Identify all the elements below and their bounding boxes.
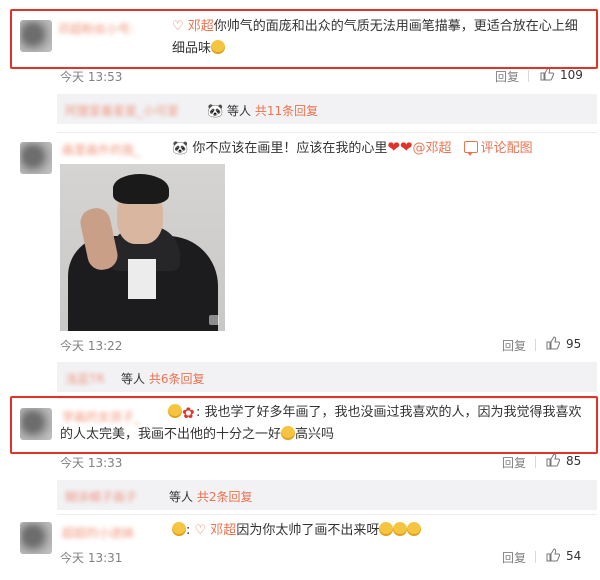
- thumbs-up-icon[interactable]: [546, 548, 560, 562]
- mention-link[interactable]: @邓超: [412, 141, 451, 156]
- highlight-box: [10, 396, 598, 454]
- reply-button[interactable]: 回复: [502, 454, 526, 471]
- divider: [535, 456, 536, 468]
- heart-emoji-icon: ❤❤: [387, 138, 413, 156]
- comment-body: 因为你太帅了画不出来呀: [236, 523, 380, 538]
- like-count: 54: [566, 549, 582, 563]
- comment-body: 你不应该在画里！应该在我的心里: [192, 141, 388, 156]
- comment-text: : ♡ 邓超因为你太帅了画不出来呀: [172, 520, 422, 542]
- more-replies-link[interactable]: 共11条回复: [255, 104, 318, 118]
- like-count: 85: [566, 454, 582, 468]
- comment-username[interactable]: 超超的小迷妹: [62, 524, 134, 541]
- mention-link[interactable]: ♡ 邓超: [195, 523, 237, 538]
- panda-emoji-icon: 🐼: [207, 104, 224, 119]
- avatar[interactable]: [20, 142, 52, 174]
- reply-button[interactable]: 回复: [502, 549, 526, 566]
- comment-time: 今天 13:33: [60, 456, 123, 470]
- more-replies-link[interactable]: 共6条回复: [149, 372, 205, 386]
- thumbs-up-icon[interactable]: [540, 67, 554, 81]
- sub-replies-names[interactable]: 浅蓝TR: [65, 370, 105, 387]
- comment-text: 🐼 你不应该在画里！应该在我的心里❤❤@邓超 评论配图: [172, 136, 592, 160]
- smile-emoji-icon: [379, 522, 394, 536]
- highlight-box: [10, 9, 598, 69]
- sub-replies-summary: 🐼 等人 共11条回复: [207, 104, 319, 119]
- divider: [535, 551, 536, 563]
- sub-replies-bar[interactable]: 糊涂橘子画子 等人 共2条回复: [57, 480, 597, 510]
- sub-replies-names[interactable]: 糊涂橘子画子: [65, 488, 137, 505]
- sub-replies-summary: 等人 共2条回复: [169, 490, 253, 504]
- comment-username[interactable]: 画里画外的我_: [62, 141, 140, 158]
- reply-button[interactable]: 回复: [495, 68, 519, 85]
- comment-image-link[interactable]: 评论配图: [463, 141, 533, 156]
- comment-time: 今天 13:31: [60, 551, 123, 565]
- thumbs-up-icon[interactable]: [546, 336, 560, 350]
- smile-emoji-icon: [172, 522, 186, 536]
- comment-image[interactable]: [60, 164, 225, 331]
- sub-replies-bar[interactable]: 浅蓝TR 等人 共6条回复: [57, 362, 597, 392]
- smile-emoji-icon: [393, 522, 408, 536]
- divider: [57, 132, 597, 133]
- sub-replies-summary: 等人 共6条回复: [121, 372, 205, 386]
- like-count: 95: [566, 337, 582, 351]
- divider: [528, 70, 529, 82]
- sub-replies-names[interactable]: 阿狸爱着星星_小可爱: [65, 102, 179, 119]
- comment-time: 今天 13:22: [60, 339, 123, 353]
- comment-image-icon: [463, 141, 478, 156]
- more-replies-link[interactable]: 共2条回复: [197, 490, 253, 504]
- thumbs-up-icon[interactable]: [546, 453, 560, 467]
- panda-emoji-icon: 🐼: [172, 141, 189, 156]
- divider: [57, 514, 597, 515]
- comment-time: 今天 13:53: [60, 70, 123, 84]
- like-count: 109: [560, 68, 583, 82]
- smile-emoji-icon: [407, 522, 422, 536]
- reply-button[interactable]: 回复: [502, 337, 526, 354]
- avatar[interactable]: [20, 522, 52, 554]
- divider: [535, 339, 536, 351]
- sub-replies-bar[interactable]: 阿狸爱着星星_小可爱 🐼 等人 共11条回复: [57, 94, 597, 124]
